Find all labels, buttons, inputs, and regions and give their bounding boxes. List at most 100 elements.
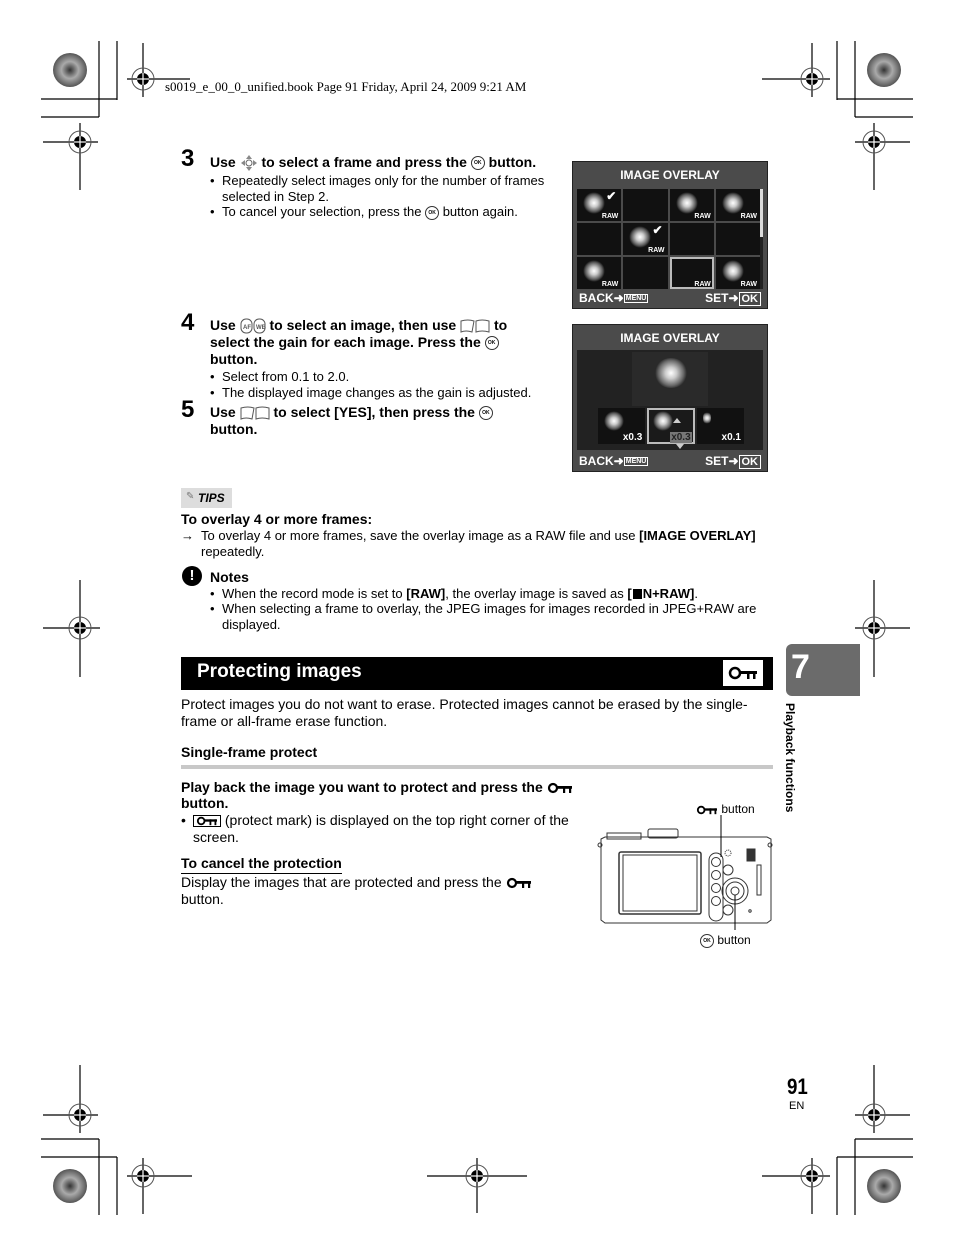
step-4-bullet-2: The displayed image changes as the gain … (210, 385, 531, 401)
ok-key-icon: OK (738, 292, 761, 306)
firework-image (629, 226, 652, 248)
firework-image (721, 260, 744, 282)
svg-text:AF: AF (243, 325, 251, 331)
text: to (493, 317, 508, 333)
cancel-protection-text: Display the images that are protected an… (181, 874, 532, 891)
text: Use (210, 404, 240, 420)
chapter-label: Playback functions (781, 703, 801, 843)
text: to select [YES], then press the (273, 404, 479, 420)
tips-text-line2: repeatedly. (201, 544, 265, 559)
notes-bullet-1: When the record mode is set to [RAW], th… (210, 586, 698, 602)
protect-mark-bullet-line2: screen. (193, 829, 239, 845)
notes-bullet-2-line2: displayed. (222, 617, 281, 632)
ok-button-icon: OK (478, 406, 493, 421)
thumbnail[interactable]: RAW (715, 257, 760, 289)
gain-thumbnail[interactable]: x0.3 (598, 408, 646, 444)
thumbnail[interactable]: ✔ RAW (577, 189, 622, 221)
preview-area: x0.3 x0.3 x0.1 (577, 350, 763, 450)
tips-icon: ✎ (186, 491, 195, 502)
firework-image (702, 411, 711, 425)
chapter-label-text: Playback functions (783, 703, 797, 813)
text: When the record mode is set to (222, 586, 407, 601)
gain-value: x0.3 (670, 432, 692, 443)
step-4-title-line3: button. (210, 351, 258, 367)
svg-text:WB: WB (256, 325, 266, 331)
thumbnail[interactable] (669, 223, 714, 255)
thumbnail[interactable] (623, 257, 668, 289)
protect-key-icon (547, 783, 572, 794)
cancel-protection-text-line2: button. (181, 891, 224, 907)
back-hint: BACK➜ MENU (579, 291, 649, 305)
ok-button-icon: OK (470, 156, 485, 171)
text: Display the images that are protected an… (181, 874, 502, 890)
text: [IMAGE OVERLAY] (639, 528, 756, 543)
thumbnail[interactable] (623, 189, 668, 221)
step-number-4: 4 (181, 309, 195, 336)
protect-key-icon (723, 660, 763, 686)
screen-title: IMAGE OVERLAY (620, 331, 720, 345)
protect-mark-icon (193, 815, 221, 828)
thumbnail[interactable] (577, 223, 622, 255)
raw-badge: RAW (694, 213, 711, 220)
book-info-header: s0019_e_00_0_unified.book Page 91 Friday… (165, 79, 527, 94)
set-label: SET (705, 291, 729, 305)
step-5-title: Use to select [YES], then press the OK (210, 404, 493, 421)
protect-instruction: Play back the image you want to protect … (181, 779, 573, 796)
ok-button-callout: OK button (700, 933, 751, 948)
firework-image (653, 411, 674, 431)
text: Use (210, 154, 240, 170)
text: to select a frame and press the (261, 154, 471, 170)
language-code: EN (789, 1100, 805, 1112)
gain-thumbnail[interactable]: x0.1 (696, 408, 744, 444)
scrollbar-thumb (760, 189, 763, 237)
text: , the overlay image is saved as (445, 586, 628, 601)
thumbnail[interactable]: RAW (669, 257, 714, 289)
arrow-pad-icon (240, 155, 257, 172)
thumbnail[interactable]: RAW (715, 189, 760, 221)
section-intro-line2: frame or all-frame erase function. (181, 713, 388, 729)
text: select the gain for each image. Press th… (210, 334, 481, 350)
tips-badge: ✎ TIPS (181, 488, 232, 508)
section-intro: Protect images you do not want to erase.… (181, 696, 748, 712)
ok-button-icon: OK (700, 933, 714, 948)
protect-key-icon (696, 805, 717, 815)
firework-image (604, 411, 624, 431)
iso-drive-buttons-icon (240, 406, 270, 421)
thumbnail[interactable]: ✔ RAW (623, 223, 668, 255)
gain-value: x0.3 (622, 432, 643, 443)
scrollbar (760, 189, 763, 289)
notes-bullet-2: When selecting a frame to overlay, the J… (210, 601, 756, 617)
up-arrow-indicator (672, 418, 681, 423)
text: button (717, 933, 751, 947)
menu-key-icon: MENU (623, 457, 649, 467)
set-hint: SET➜ OK (705, 454, 761, 469)
gain-thumbnail[interactable]: x0.3 (647, 408, 695, 444)
page-number: 91 (787, 1074, 808, 1099)
down-arrow-indicator (676, 444, 684, 449)
raw-badge: RAW (601, 281, 619, 288)
ok-key-icon: OK (738, 455, 761, 469)
camera-back-illustration (597, 815, 773, 930)
thumbnail[interactable]: RAW (577, 257, 622, 289)
ok-button-icon: OK (484, 336, 499, 351)
ok-button-icon: OK (425, 205, 440, 220)
step-5-title-line2: button. (210, 421, 258, 437)
protect-mark-bullet: (protect mark) is displayed on the top r… (193, 812, 569, 829)
firework-image (675, 192, 698, 214)
notes-exclamation-icon: ! (182, 566, 202, 586)
text: Play back the image you want to protect … (181, 779, 543, 795)
step-4-title: Use AF WB to select an image, then use to (210, 317, 507, 334)
thumbnail[interactable]: RAW (669, 189, 714, 221)
section-title: Protecting images (197, 661, 362, 682)
back-label: BACK (579, 291, 614, 305)
set-hint: SET➜ OK (705, 291, 761, 306)
protect-key-icon (506, 878, 531, 889)
tips-label: TIPS (198, 491, 225, 505)
text: To overlay 4 or more frames, save the ov… (201, 528, 640, 543)
text: to select an image, then use (269, 317, 461, 333)
subheading-single-frame-protect: Single-frame protect (181, 744, 318, 760)
image-overlay-screen-gain: IMAGE OVERLAY x0.3 x0.3 x0.1 BACK➜ MENU SET… (572, 324, 768, 472)
back-label: BACK (579, 454, 614, 468)
thumbnail[interactable] (715, 223, 760, 255)
text: button. (488, 154, 537, 170)
